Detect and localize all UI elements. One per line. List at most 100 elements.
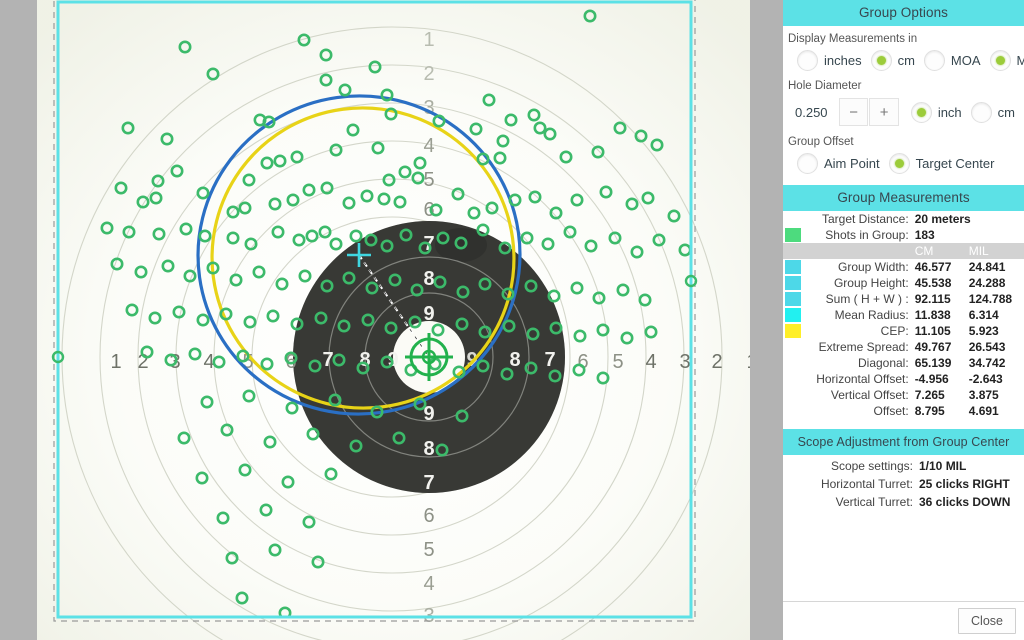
radio-aim-point-label: Aim Point — [824, 156, 880, 171]
radio-inches[interactable] — [797, 50, 818, 71]
measurement-value-cm: 49.767 — [914, 340, 952, 354]
measurement-row: Extreme Spread: 49.767 26.543 — [783, 339, 1024, 355]
scope-adjustment-value: 25 clicks RIGHT — [919, 477, 1010, 491]
measurement-row: Group Width: 46.577 24.841 — [783, 259, 1024, 275]
scope-adjustment-header: Scope Adjustment from Group Center — [783, 429, 1024, 455]
scope-adjustment-row: Horizontal Turret: 25 clicks RIGHT — [783, 475, 1024, 493]
scope-adjustment-label: Vertical Turret: — [835, 495, 913, 509]
measurement-swatch — [785, 260, 801, 274]
measurement-label: Extreme Spread: — [818, 340, 909, 354]
unit-header-row: CM MIL — [783, 243, 1024, 259]
svg-text:1: 1 — [423, 29, 434, 51]
measurement-value-cm: 11.105 — [914, 324, 951, 338]
shots-in-group-value: 183 — [914, 228, 935, 242]
hole-diameter-row: 0.250 − + inch cm — [783, 95, 1024, 129]
hole-diameter-increment-button[interactable]: + — [869, 98, 899, 126]
measurement-value-mil: 4.691 — [968, 404, 999, 418]
shots-in-group-label: Shots in Group: — [825, 228, 909, 242]
svg-text:8: 8 — [423, 268, 434, 290]
svg-text:9: 9 — [423, 303, 434, 325]
measurement-label: Sum ( H + W ) : — [825, 292, 909, 306]
group-options-panel: Group Options Display Measurements in in… — [783, 0, 1024, 640]
group-offset-section: Group Offset Aim Point Target Center — [783, 129, 1024, 176]
display-measurements-section: Display Measurements in inches cm MOA MI… — [783, 26, 1024, 73]
measurement-value-cm: 11.838 — [914, 308, 951, 322]
svg-text:3: 3 — [679, 351, 690, 373]
left-gutter — [0, 0, 37, 640]
measurement-label: CEP: — [880, 324, 909, 338]
radio-mil[interactable] — [989, 50, 1011, 71]
measurement-row: Mean Radius: 11.838 6.314 — [783, 307, 1024, 323]
measurement-value-mil: 5.923 — [968, 324, 999, 338]
radio-hole-cm[interactable] — [970, 101, 992, 123]
measurement-row: CEP: 11.105 5.923 — [783, 323, 1024, 339]
measurement-value-mil: 26.543 — [968, 340, 1006, 354]
svg-text:7: 7 — [544, 349, 555, 371]
measurement-label: Mean Radius: — [834, 308, 909, 322]
measurement-value-cm: 8.795 — [914, 404, 945, 418]
target-distance-row: Target Distance: 20 meters — [783, 211, 1024, 227]
measurement-row: Sum ( H + W ) : 92.115 124.788 — [783, 291, 1024, 307]
scope-adjustment-row: Scope settings: 1/10 MIL — [783, 457, 1024, 475]
svg-text:2: 2 — [423, 63, 434, 85]
measurement-label: Vertical Offset: — [830, 388, 909, 402]
shots-in-group-swatch — [785, 228, 801, 242]
svg-text:4: 4 — [423, 573, 434, 595]
close-button[interactable]: Close — [958, 608, 1016, 634]
radio-moa[interactable] — [923, 50, 945, 71]
shots-in-group-row: Shots in Group: 183 — [783, 227, 1024, 243]
target-image[interactable]: 1 2 3 4 5 6 7 8 9 9 8 7 6 5 4 3 2 1 2 3 … — [37, 0, 750, 640]
radio-target-center-label: Target Center — [915, 156, 995, 171]
measurement-value-mil: 3.875 — [968, 388, 999, 402]
radio-moa-label: MOA — [950, 53, 981, 68]
radio-hole-inch[interactable] — [910, 101, 932, 123]
measurement-value-cm: -4.956 — [914, 372, 949, 386]
target-distance-value: 20 meters — [914, 212, 971, 226]
measurement-label: Horizontal Offset: — [816, 372, 909, 386]
svg-text:4: 4 — [645, 351, 656, 373]
measurement-label: Offset: — [873, 404, 909, 418]
svg-text:6: 6 — [423, 505, 434, 527]
measurement-row: Group Height: 45.538 24.288 — [783, 275, 1024, 291]
unit-radio-row: inches cm MOA MIL — [783, 48, 1024, 73]
unit-header-mil: MIL — [968, 243, 1024, 259]
scope-adjustment-label: Horizontal Turret: — [820, 477, 913, 491]
group-options-header: Group Options — [783, 0, 1024, 26]
svg-text:8: 8 — [423, 438, 434, 460]
measurement-value-cm: 92.115 — [914, 292, 951, 306]
hole-diameter-value: 0.250 — [795, 104, 828, 120]
panel-footer: Close — [783, 601, 1024, 640]
group-measurements-table: Target Distance: 20 meters Shots in Grou… — [783, 211, 1024, 419]
scope-adjustment-table: Scope settings: 1/10 MIL Horizontal Turret… — [783, 457, 1024, 511]
radio-aim-point[interactable] — [797, 153, 818, 174]
group-offset-label: Group Offset — [788, 136, 854, 148]
measurement-value-cm: 7.265 — [914, 388, 945, 402]
unit-header-cm: CM — [914, 243, 969, 259]
svg-text:1: 1 — [110, 351, 121, 373]
measurement-rows: Group Width: 46.577 24.841 Group Height: 45.… — [783, 259, 1024, 419]
radio-hole-cm-label: cm — [997, 104, 1016, 120]
group-offset-row: Aim Point Target Center — [783, 151, 1024, 176]
hole-diameter-decrement-button[interactable]: − — [838, 98, 869, 126]
scope-adjustment-row: Vertical Turret: 36 clicks DOWN — [783, 493, 1024, 511]
hole-diameter-label: Hole Diameter — [788, 80, 862, 92]
measurement-value-mil: 24.841 — [968, 260, 1006, 274]
measurement-value-mil: 124.788 — [968, 292, 1013, 306]
radio-cm[interactable] — [870, 50, 892, 71]
radio-target-center[interactable] — [888, 153, 910, 174]
measurement-value-cm: 46.577 — [914, 260, 952, 274]
measurement-swatch — [785, 324, 801, 338]
measurement-label: Group Width: — [837, 260, 909, 274]
target-canvas[interactable]: 1 2 3 4 5 6 7 8 9 9 8 7 6 5 4 3 2 1 2 3 … — [37, 0, 750, 640]
measurement-row: Horizontal Offset: -4.956 -2.643 — [783, 371, 1024, 387]
scope-adjustment-value: 36 clicks DOWN — [919, 495, 1011, 509]
measurement-row: Offset: 8.795 4.691 — [783, 403, 1024, 419]
scope-adjustment-value: 1/10 MIL — [919, 459, 967, 473]
measurement-label: Diagonal: — [857, 356, 909, 370]
target-distance-label: Target Distance: — [821, 212, 909, 226]
measurement-value-mil: 34.742 — [968, 356, 1006, 370]
measurement-value-mil: 6.314 — [968, 308, 999, 322]
svg-text:4: 4 — [423, 135, 434, 157]
radio-hole-inch-label: inch — [937, 104, 962, 120]
measurement-swatch — [785, 292, 801, 306]
